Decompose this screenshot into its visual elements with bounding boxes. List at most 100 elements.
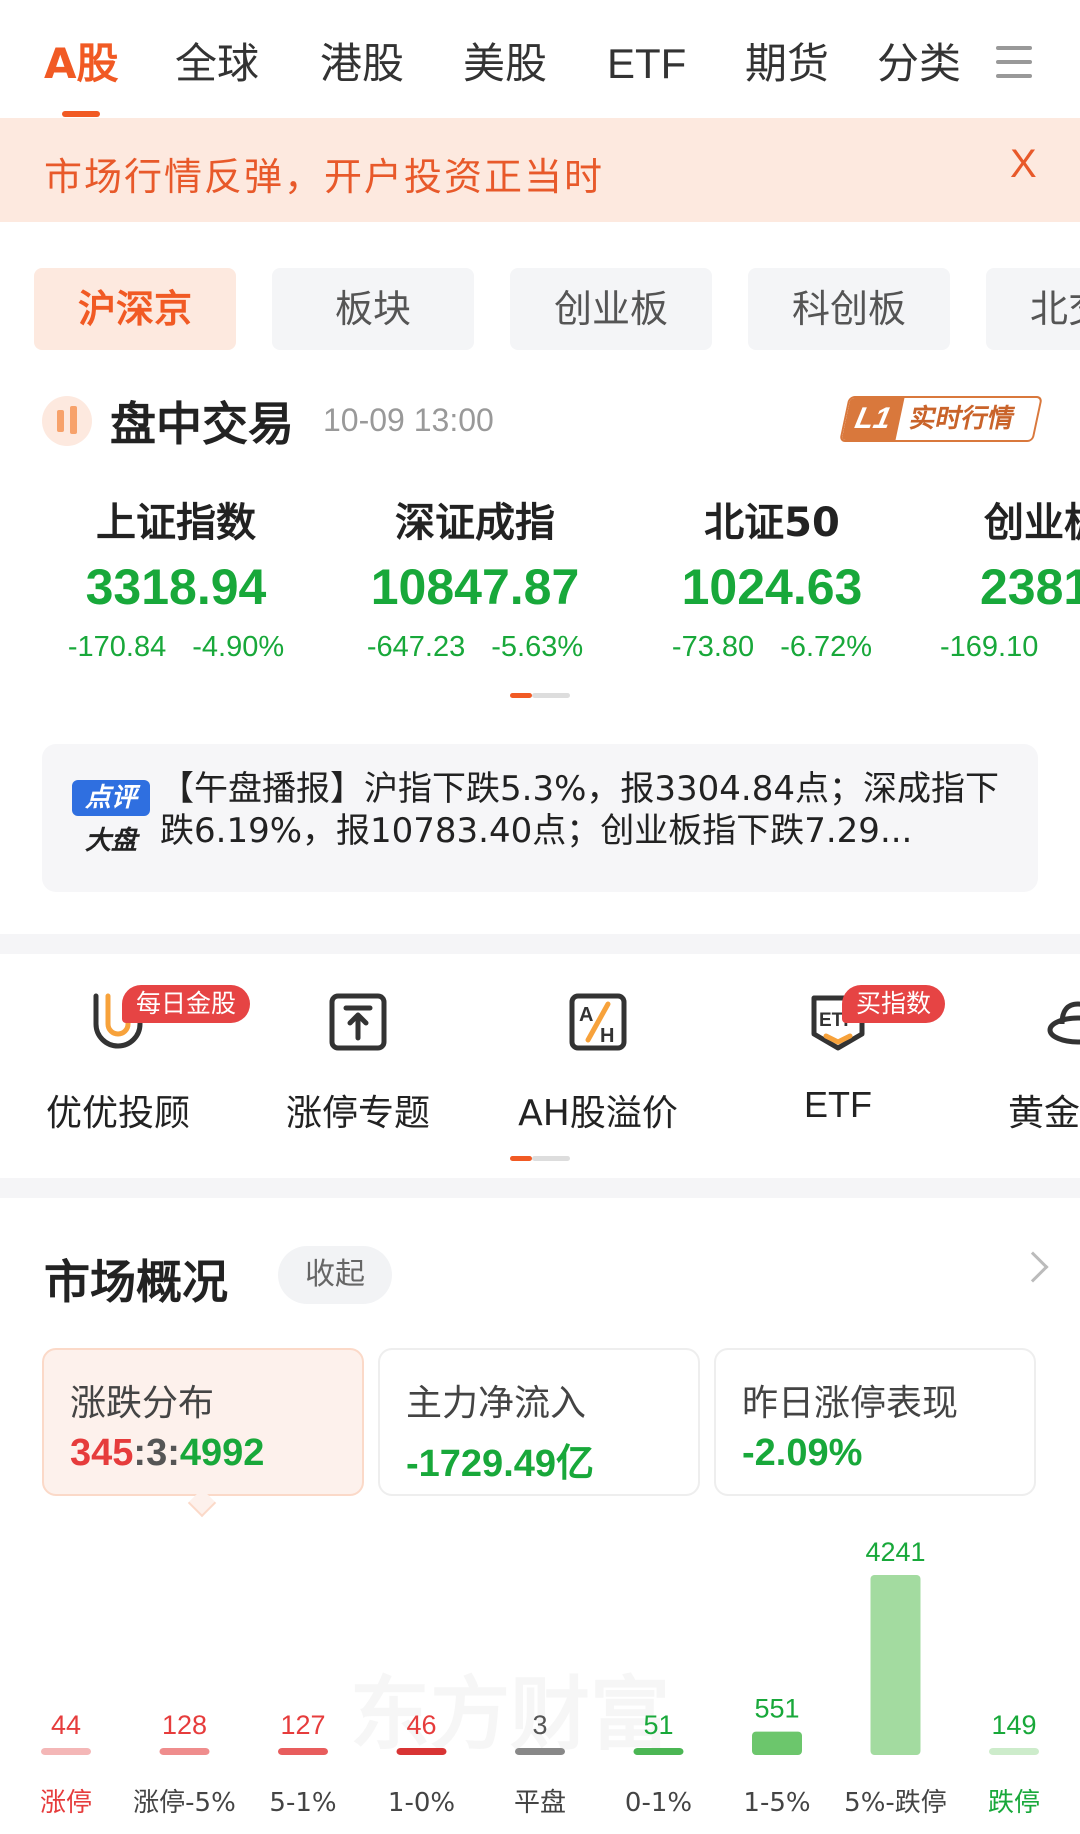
market-tab-bar: A股 全球 港股 美股 ETF 期货 分类 bbox=[0, 0, 1080, 118]
bar-5 bbox=[633, 1748, 684, 1755]
tab-us-stocks[interactable]: 美股 bbox=[463, 36, 547, 92]
bar-0 bbox=[41, 1748, 91, 1755]
feature-label: AH股溢价 bbox=[518, 1093, 678, 1134]
gold-icon bbox=[1046, 990, 1080, 1054]
index-card-bse50[interactable]: 北证50 1024.63 -73.80 -6.72% bbox=[622, 495, 922, 664]
active-tab-indicator bbox=[62, 111, 100, 117]
bar-value-label-7: 4241 bbox=[865, 1537, 925, 1567]
category-label-5: 0-1% bbox=[625, 1788, 692, 1818]
feature-pager bbox=[510, 1156, 570, 1161]
bar-value-label-2: 127 bbox=[280, 1710, 325, 1740]
index-change: -73.80 -6.72% bbox=[671, 631, 873, 663]
stat-card-yesterday-limit-up[interactable]: 昨日涨停表现 -2.09% bbox=[714, 1348, 1036, 1496]
l1-level-label: L1 bbox=[841, 398, 905, 440]
advance-decline-counts: 345:3:4992 bbox=[70, 1432, 265, 1474]
index-price: 10847.87 bbox=[370, 559, 580, 615]
buy-index-badge: 买指数 bbox=[842, 985, 946, 1023]
category-label-6: 1-5% bbox=[743, 1788, 810, 1818]
index-change: -170.84 -4.90% bbox=[67, 631, 285, 663]
tab-a-shares[interactable]: A股 bbox=[44, 36, 119, 92]
feature-label: 黄金 bbox=[1008, 1093, 1080, 1134]
chevron-right-icon[interactable] bbox=[1017, 1251, 1049, 1283]
market-overview-title: 市场概况 bbox=[44, 1255, 228, 1309]
stat-value: -1729.49亿 bbox=[406, 1443, 595, 1485]
index-price: 2381 bbox=[980, 559, 1080, 615]
feature-label: 优优投顾 bbox=[45, 1093, 190, 1134]
stat-card-main-net-inflow[interactable]: 主力净流入 -1729.49亿 bbox=[378, 1348, 700, 1496]
bar-value-label-8: 149 bbox=[991, 1710, 1036, 1740]
bar-8 bbox=[989, 1748, 1039, 1755]
close-icon[interactable]: X bbox=[1010, 142, 1037, 187]
chip-star-market[interactable]: 科创板 bbox=[748, 268, 950, 350]
index-name: 创业板指 bbox=[984, 500, 1080, 546]
realtime-quote-label: 实时行情 bbox=[906, 404, 1018, 434]
news-summary: 【午盘播报】沪指下跌5.3%，报3304.84点；深成指下跌6.19%，报107… bbox=[160, 769, 999, 851]
index-card-sse[interactable]: 上证指数 3318.94 -170.84 -4.90% bbox=[26, 495, 326, 664]
tab-categories[interactable]: 分类 bbox=[877, 36, 961, 92]
bar-7 bbox=[870, 1575, 921, 1755]
midday-news-card[interactable]: 点评 大盘 【午盘播报】沪指下跌5.3%，报3304.84点；深成指下跌6.19… bbox=[42, 744, 1038, 892]
index-price: 3318.94 bbox=[85, 559, 267, 615]
market-comment-logo: 点评 大盘 bbox=[72, 780, 158, 860]
menu-icon[interactable] bbox=[996, 44, 1032, 80]
stat-title: 涨跌分布 bbox=[70, 1383, 215, 1424]
bar-value-label-3: 46 bbox=[406, 1710, 436, 1740]
category-label-7: 5%-跌停 bbox=[844, 1788, 947, 1818]
bar-value-label-5: 51 bbox=[643, 1710, 673, 1740]
index-pager bbox=[510, 693, 570, 698]
tab-hk-stocks[interactable]: 港股 bbox=[320, 36, 404, 92]
bar-2 bbox=[278, 1748, 328, 1755]
realtime-quote-badge[interactable]: L1 实时行情 bbox=[839, 396, 1043, 442]
stat-title: 昨日涨停表现 bbox=[742, 1383, 959, 1424]
stat-value: -2.09% bbox=[742, 1432, 863, 1474]
tab-etf[interactable]: ETF bbox=[607, 36, 686, 92]
bar-4 bbox=[515, 1748, 565, 1755]
feature-label: 涨停专题 bbox=[285, 1093, 430, 1134]
index-change: -647.23 -5.63% bbox=[366, 631, 584, 663]
stat-card-advance-decline[interactable]: 涨跌分布 345:3:4992 bbox=[42, 1348, 364, 1496]
category-label-0: 涨停 bbox=[40, 1788, 92, 1818]
feature-limit-up[interactable]: 涨停专题 bbox=[258, 990, 458, 1136]
advance-decline-distribution-chart: 44 涨停 128 涨停-5% 127 5-1% 46 1-0% 3 平盘 51 0-1% 551 1-5… bbox=[40, 1537, 1040, 1818]
section-divider bbox=[0, 934, 1080, 954]
index-name: 深证成指 bbox=[395, 500, 555, 546]
chip-sectors[interactable]: 板块 bbox=[272, 268, 474, 350]
trading-status-title: 盘中交易 bbox=[110, 397, 294, 451]
bar-1 bbox=[159, 1748, 210, 1755]
svg-text:A: A bbox=[579, 1004, 593, 1026]
index-name: 上证指数 bbox=[96, 500, 256, 546]
section-divider bbox=[0, 1178, 1080, 1198]
bar-value-label-4: 3 bbox=[532, 1710, 547, 1740]
chip-chinext[interactable]: 创业板 bbox=[510, 268, 712, 350]
bar-value-label-0: 44 bbox=[51, 1710, 81, 1740]
tab-global[interactable]: 全球 bbox=[175, 36, 259, 92]
category-label-1: 涨停-5% bbox=[133, 1788, 236, 1818]
index-change: -169.10 bbox=[940, 631, 1039, 663]
limit-up-icon bbox=[326, 990, 390, 1054]
category-label-4: 平盘 bbox=[514, 1788, 566, 1818]
collapse-button[interactable]: 收起 bbox=[278, 1246, 392, 1304]
feature-ah-premium[interactable]: AH AH股溢价 bbox=[498, 990, 698, 1136]
bar-value-label-6: 551 bbox=[754, 1694, 799, 1724]
trading-header: 盘中交易 10-09 13:00 L1 实时行情 bbox=[0, 380, 1080, 460]
tab-futures[interactable]: 期货 bbox=[745, 36, 829, 92]
feature-label: ETF bbox=[804, 1084, 872, 1125]
ah-premium-icon: AH bbox=[566, 990, 630, 1054]
bar-value-label-1: 128 bbox=[162, 1710, 207, 1740]
index-card-chinext[interactable]: 创业板指 2381 -169.10 bbox=[936, 495, 1080, 664]
feature-gold[interactable]: 黄金 bbox=[980, 990, 1080, 1136]
bar-3 bbox=[396, 1748, 447, 1755]
category-label-3: 1-0% bbox=[388, 1788, 455, 1818]
bar-6 bbox=[752, 1731, 802, 1755]
stat-title: 主力净流入 bbox=[406, 1383, 587, 1424]
trading-time: 10-09 13:00 bbox=[323, 402, 494, 438]
chip-beijing[interactable]: 北交 bbox=[986, 268, 1080, 350]
index-price: 1024.63 bbox=[681, 559, 863, 615]
daily-golden-stock-badge: 每日金股 bbox=[122, 985, 251, 1023]
promo-banner[interactable]: 市场行情反弹，开户投资正当时 X bbox=[0, 118, 1080, 222]
index-name: 北证50 bbox=[704, 500, 840, 546]
chip-shanghai-shenzhen-beijing[interactable]: 沪深京 bbox=[34, 268, 236, 350]
index-card-szse[interactable]: 深证成指 10847.87 -647.23 -5.63% bbox=[325, 495, 625, 664]
category-label-2: 5-1% bbox=[269, 1788, 336, 1818]
candlestick-icon bbox=[42, 396, 92, 446]
